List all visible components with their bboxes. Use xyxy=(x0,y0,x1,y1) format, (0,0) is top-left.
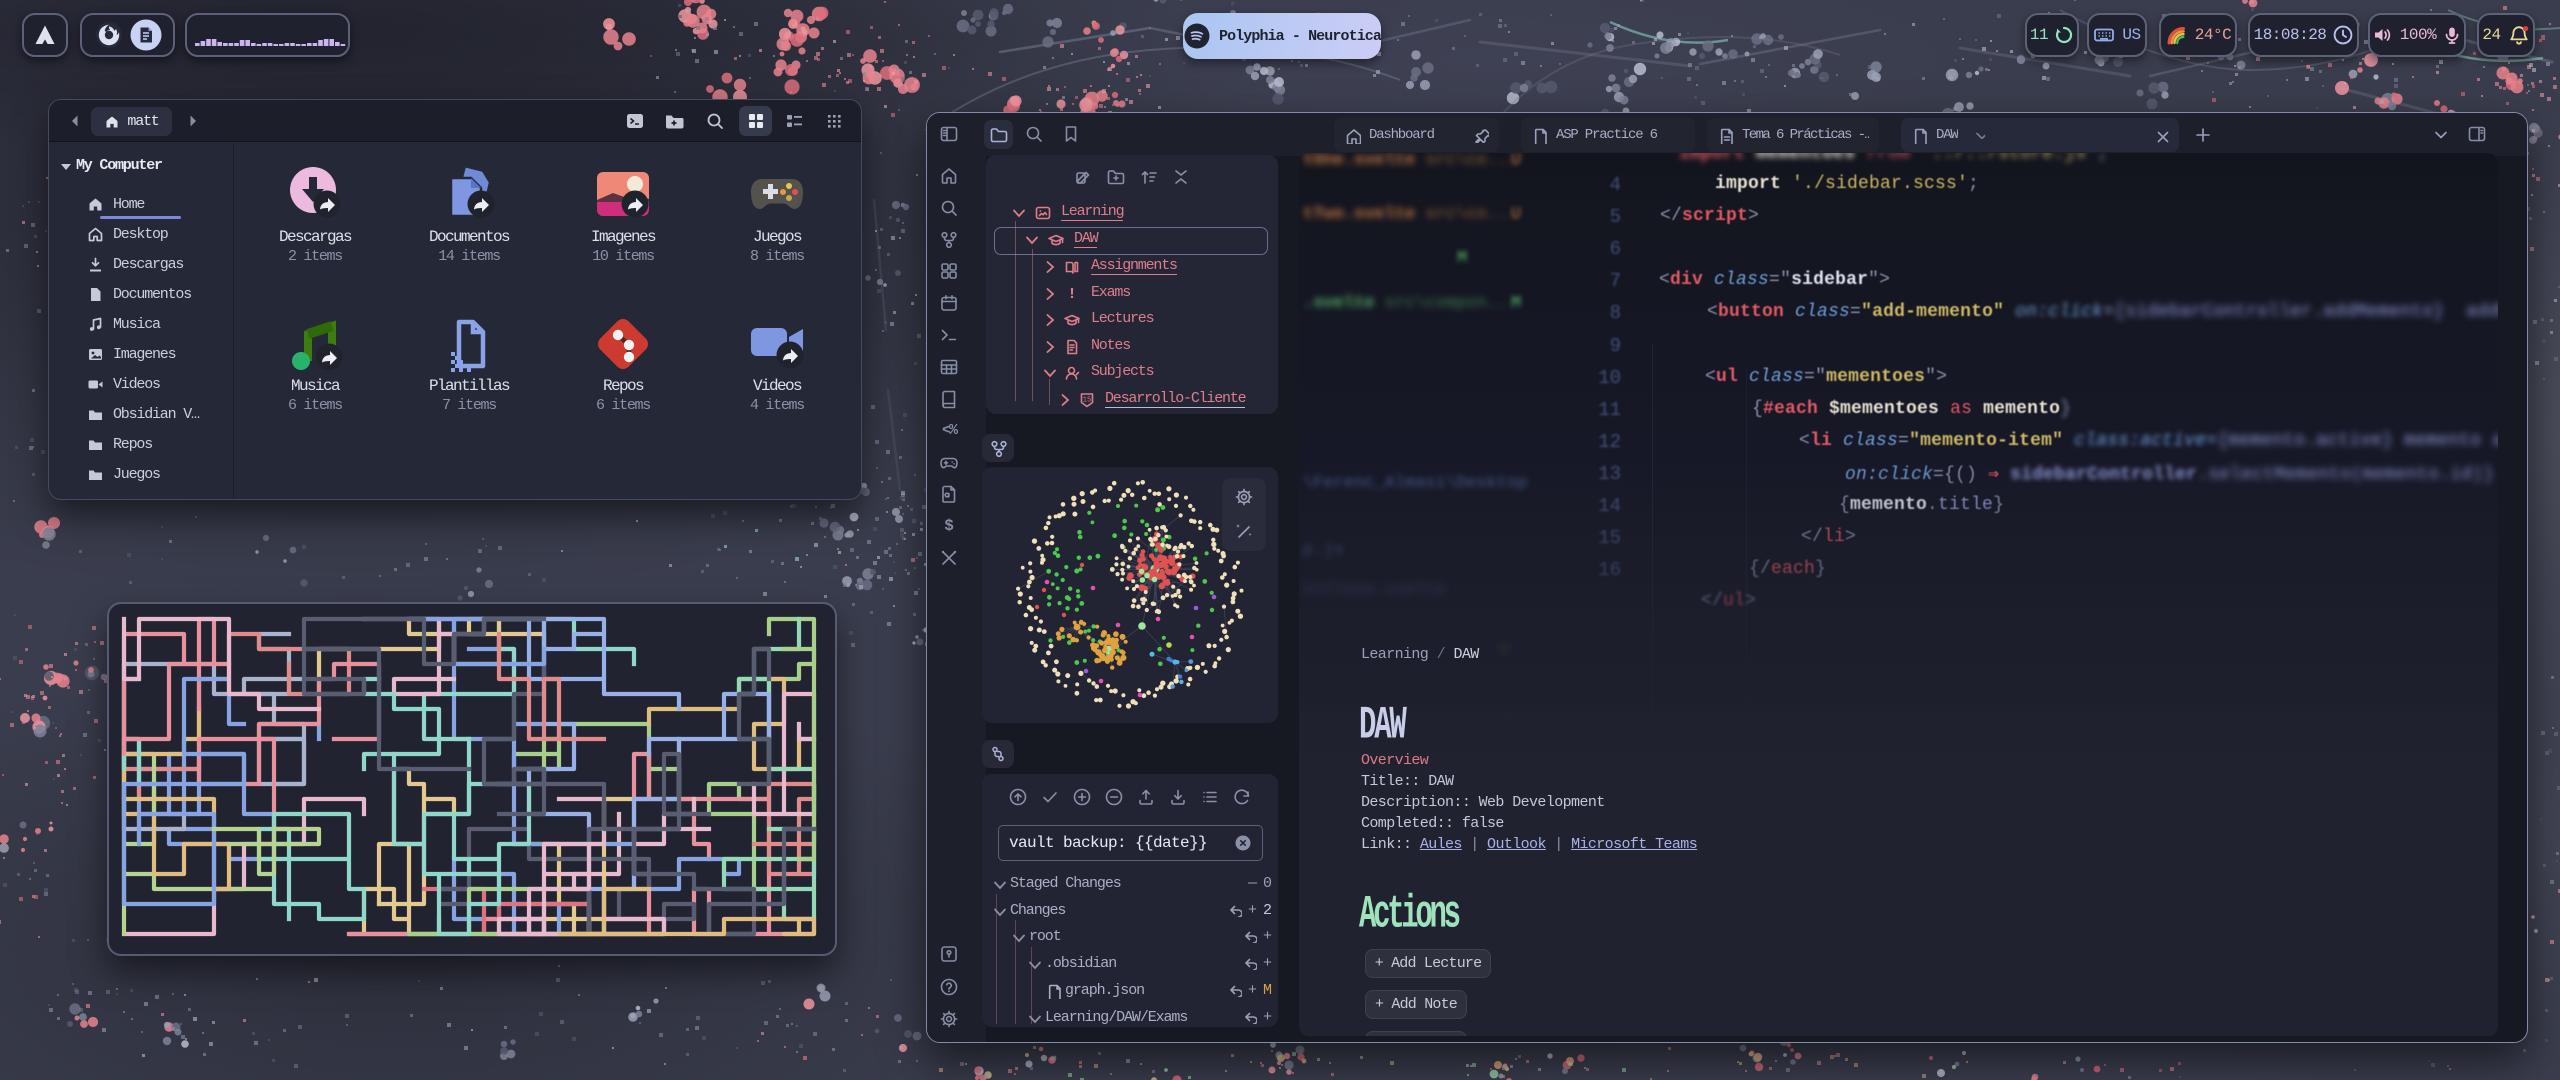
svg-text:15: 15 xyxy=(1083,397,1091,405)
